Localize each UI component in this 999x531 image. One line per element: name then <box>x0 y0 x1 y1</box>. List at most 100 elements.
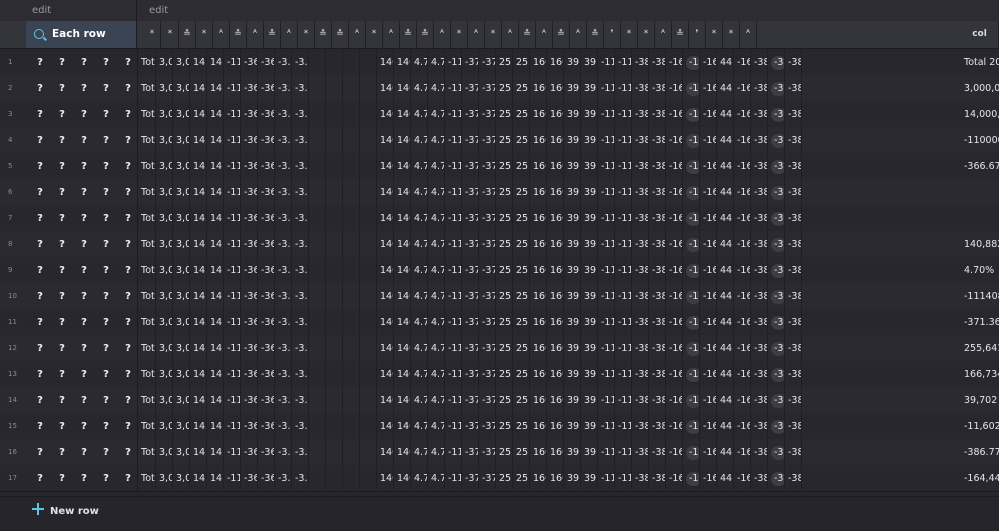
table-cell[interactable]: 14, <box>190 465 207 492</box>
column-type-icon[interactable]: ᴬ <box>247 21 264 48</box>
table-cell[interactable]: 3,0 <box>156 335 173 362</box>
unknown-value[interactable]: ? <box>51 75 73 102</box>
table-row[interactable]: 9?????Tot3,03,014,14,-11-36-36-3.-3.1401… <box>0 257 999 284</box>
column-type-icon[interactable]: ᴬ <box>570 21 587 48</box>
last-column-cell[interactable]: -11,602 <box>961 413 999 440</box>
table-cell[interactable]: 140 <box>377 387 394 414</box>
table-cell[interactable]: Tot <box>138 205 156 232</box>
table-cell[interactable]: 39 <box>564 413 581 440</box>
table-cell[interactable]: 25 <box>513 153 530 180</box>
table-cell[interactable]: 39 <box>564 387 581 414</box>
table-row[interactable]: 8?????Tot3,03,014,14,-11-36-36-3.-3.1401… <box>0 231 999 258</box>
last-column-cell[interactable]: 4.70% <box>961 257 999 284</box>
table-cell[interactable]: Tot <box>138 257 156 284</box>
table-cell[interactable]: -3. <box>275 335 292 362</box>
table-cell[interactable] <box>343 387 360 414</box>
table-cell[interactable]: 4.7 <box>428 335 445 362</box>
table-cell[interactable]: -11 <box>445 127 462 154</box>
table-cell[interactable]: 14, <box>207 309 224 336</box>
last-column-cell[interactable]: Total 20 <box>961 49 999 76</box>
unknown-value[interactable]: ? <box>51 413 73 440</box>
table-cell[interactable]: -3 <box>768 231 785 258</box>
table-cell[interactable]: -11 <box>445 309 462 336</box>
table-cell[interactable]: -16 <box>700 49 717 76</box>
table-cell[interactable]: -3. <box>275 361 292 388</box>
table-cell[interactable]: -3 <box>768 153 785 180</box>
table-cell[interactable]: -16 <box>666 387 683 414</box>
table-cell[interactable] <box>326 75 343 102</box>
unknown-value[interactable]: ? <box>51 153 73 180</box>
unknown-value[interactable]: ? <box>95 439 117 466</box>
table-cell[interactable] <box>360 75 377 102</box>
table-cell[interactable]: -3. <box>275 179 292 206</box>
table-cell[interactable]: -37 <box>462 153 479 180</box>
table-cell[interactable]: -38 <box>649 309 666 336</box>
table-cell[interactable]: Tot <box>138 101 156 128</box>
table-cell[interactable]: 3,0 <box>173 335 190 362</box>
table-cell[interactable]: -11 <box>445 465 462 492</box>
table-cell[interactable]: 44 <box>717 465 734 492</box>
table-row[interactable]: 16?????Tot3,03,014,14,-11-36-36-3.-3.140… <box>0 439 999 466</box>
table-cell[interactable]: 39 <box>581 49 598 76</box>
table-cell[interactable]: 25 <box>496 127 513 154</box>
table-cell[interactable]: 3,0 <box>173 231 190 258</box>
table-cell[interactable]: -38 <box>751 465 768 492</box>
table-cell[interactable]: -38 <box>649 283 666 310</box>
unknown-value[interactable]: ? <box>51 439 73 466</box>
table-row[interactable]: 6?????Tot3,03,014,14,-11-36-36-3.-3.1401… <box>0 179 999 206</box>
last-column-cell[interactable]: 14,000, <box>961 101 999 128</box>
unknown-value[interactable]: ? <box>51 231 73 258</box>
unknown-value[interactable]: ? <box>117 205 139 232</box>
table-cell[interactable]: -16 <box>700 257 717 284</box>
table-cell[interactable]: -3 <box>768 439 785 466</box>
unknown-value[interactable]: ? <box>73 361 95 388</box>
table-cell[interactable]: 140 <box>377 465 394 492</box>
unknown-value[interactable]: ? <box>29 465 51 492</box>
table-cell[interactable] <box>326 257 343 284</box>
table-cell[interactable]: -38 <box>649 153 666 180</box>
table-cell[interactable]: -16 <box>700 283 717 310</box>
table-cell[interactable]: -11 <box>224 205 241 232</box>
table-cell[interactable]: 25 <box>496 465 513 492</box>
table-cell[interactable]: -37 <box>462 309 479 336</box>
table-cell[interactable]: -3 <box>768 309 785 336</box>
unknown-value[interactable]: ? <box>73 231 95 258</box>
table-cell[interactable]: 44 <box>717 361 734 388</box>
table-cell[interactable]: 14, <box>207 465 224 492</box>
table-cell[interactable]: -37 <box>479 387 496 414</box>
table-cell[interactable]: -38 <box>785 283 802 310</box>
table-cell[interactable]: -38 <box>751 231 768 258</box>
last-column-cell[interactable]: 255,641 <box>961 335 999 362</box>
unknown-value[interactable]: ? <box>51 335 73 362</box>
table-cell[interactable]: 44 <box>717 413 734 440</box>
column-type-icon[interactable]: ❜ <box>604 21 621 48</box>
right-edit-label[interactable]: edit <box>137 0 999 21</box>
table-cell[interactable]: 39 <box>564 179 581 206</box>
table-cell[interactable]: -1 <box>683 179 700 206</box>
table-cell[interactable]: -1 <box>683 257 700 284</box>
table-cell[interactable]: 160 <box>547 387 564 414</box>
table-cell[interactable]: 140 <box>377 439 394 466</box>
table-cell[interactable]: -38 <box>785 387 802 414</box>
table-cell[interactable]: 44 <box>717 283 734 310</box>
table-cell[interactable]: -37 <box>462 257 479 284</box>
table-cell[interactable]: 3,0 <box>156 257 173 284</box>
table-cell[interactable] <box>309 283 326 310</box>
unknown-value[interactable]: ? <box>29 75 51 102</box>
table-cell[interactable]: -37 <box>479 439 496 466</box>
table-cell[interactable]: 25 <box>496 387 513 414</box>
table-cell[interactable] <box>309 335 326 362</box>
table-cell[interactable]: 14, <box>207 205 224 232</box>
unknown-value[interactable]: ? <box>29 49 51 76</box>
table-cell[interactable]: -3. <box>275 257 292 284</box>
table-cell[interactable]: 39 <box>581 127 598 154</box>
table-cell[interactable]: 140 <box>394 101 411 128</box>
table-cell[interactable]: 25 <box>496 335 513 362</box>
table-cell[interactable]: 4.7 <box>411 153 428 180</box>
table-cell[interactable]: -38 <box>632 257 649 284</box>
unknown-value[interactable]: ? <box>95 205 117 232</box>
table-cell[interactable]: -3 <box>768 75 785 102</box>
table-cell[interactable] <box>309 413 326 440</box>
table-row[interactable]: 13?????Tot3,03,014,14,-11-36-36-3.-3.140… <box>0 361 999 388</box>
table-cell[interactable]: 14, <box>207 179 224 206</box>
